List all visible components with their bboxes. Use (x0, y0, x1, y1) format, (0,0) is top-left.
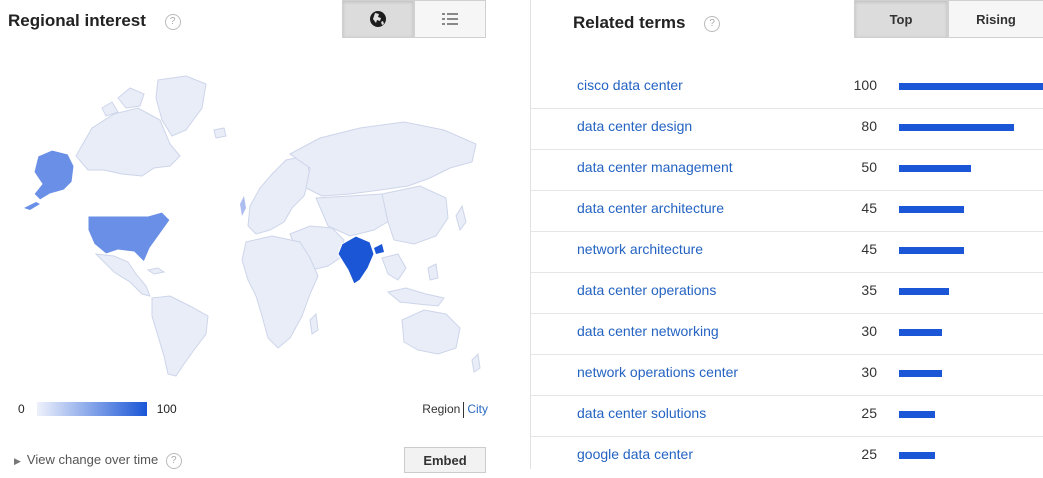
list-view-button[interactable] (414, 0, 486, 38)
related-term-row[interactable]: network operations center 30 (531, 355, 1043, 396)
related-term-value: 45 (861, 200, 877, 216)
related-term-bar (899, 124, 1014, 131)
related-term-link[interactable]: network architecture (577, 241, 703, 257)
map-madagascar[interactable] (309, 312, 319, 335)
map-aleutians[interactable] (24, 202, 40, 210)
related-term-bar (899, 329, 942, 336)
related-term-row[interactable]: data center design 80 (531, 109, 1043, 150)
related-term-link[interactable]: network operations center (577, 364, 738, 380)
regional-interest-header: Regional interest ? (8, 11, 181, 31)
related-term-link[interactable]: data center operations (577, 282, 716, 298)
regional-interest-panel: Regional interest ? 0 100 Region City ▶ … (0, 0, 500, 473)
related-term-link[interactable]: data center solutions (577, 405, 706, 421)
related-term-value: 100 (853, 77, 877, 93)
related-term-bar (899, 452, 935, 459)
map-new-zealand[interactable] (471, 352, 481, 373)
related-term-bar (899, 370, 942, 377)
view-change-help-icon[interactable]: ? (165, 452, 182, 469)
related-term-row[interactable]: data center solutions 25 (531, 396, 1043, 437)
city-link[interactable]: City (467, 402, 488, 416)
related-term-value: 25 (861, 446, 877, 462)
map-russia[interactable] (289, 121, 477, 197)
map-southeast-asia[interactable] (381, 253, 407, 281)
related-term-row[interactable]: network architecture 45 (531, 232, 1043, 273)
related-term-row[interactable]: data center management 50 (531, 150, 1043, 191)
triangle-right-icon: ▶ (14, 456, 21, 466)
map-africa[interactable] (241, 235, 319, 349)
related-term-link[interactable]: data center architecture (577, 200, 724, 216)
view-change-over-time[interactable]: ▶ View change over time ? (14, 452, 182, 469)
related-terms-title: Related terms (573, 13, 686, 32)
related-term-link[interactable]: data center networking (577, 323, 719, 339)
color-legend: 0 100 (18, 402, 177, 416)
region-link[interactable]: Region (422, 402, 460, 416)
world-map[interactable] (10, 58, 490, 388)
related-term-bar (899, 83, 1043, 90)
related-term-link[interactable]: google data center (577, 446, 693, 462)
tab-rising[interactable]: Rising (948, 0, 1043, 38)
tab-top[interactable]: Top (854, 0, 948, 38)
map-japan[interactable] (455, 204, 467, 232)
related-term-row[interactable]: data center operations 35 (531, 273, 1043, 314)
related-term-row[interactable]: google data center 25 (531, 437, 1043, 478)
globe-icon (370, 11, 386, 27)
map-australia[interactable] (401, 309, 461, 355)
map-india[interactable] (337, 235, 375, 285)
view-change-label: View change over time (26, 452, 159, 467)
related-term-bar (899, 411, 935, 418)
related-term-value: 45 (861, 241, 877, 257)
map-view-button[interactable] (342, 0, 414, 38)
map-indonesia[interactable] (386, 287, 445, 307)
related-term-bar (899, 247, 964, 254)
regional-interest-title: Regional interest (8, 11, 146, 30)
related-term-value: 80 (861, 118, 877, 134)
related-term-bar (899, 288, 949, 295)
related-help-icon[interactable]: ? (704, 15, 721, 32)
map-philippines[interactable] (427, 263, 439, 281)
map-south-america[interactable] (151, 295, 209, 377)
list-icon (442, 13, 458, 25)
related-terms-header: Related terms ? (573, 13, 721, 33)
map-europe[interactable] (247, 155, 311, 235)
map-alaska[interactable] (33, 149, 75, 201)
map-caribbean[interactable] (146, 267, 166, 275)
legend-gradient (36, 402, 147, 416)
map-china[interactable] (381, 185, 449, 245)
related-term-row[interactable]: cisco data center 100 (531, 68, 1043, 109)
related-term-bar (899, 206, 964, 213)
map-iceland[interactable] (213, 127, 227, 139)
map-greenland[interactable] (155, 75, 207, 137)
related-term-value: 25 (861, 405, 877, 421)
regional-help-icon[interactable]: ? (164, 13, 181, 30)
related-term-value: 30 (861, 364, 877, 380)
related-term-bar (899, 165, 971, 172)
related-term-link[interactable]: cisco data center (577, 77, 683, 93)
related-term-row[interactable]: data center networking 30 (531, 314, 1043, 355)
region-city-toggle: Region City (422, 402, 488, 418)
related-term-row[interactable]: data center architecture 45 (531, 191, 1043, 232)
region-city-separator (463, 402, 465, 418)
map-uk[interactable] (240, 196, 246, 216)
related-term-value: 30 (861, 323, 877, 339)
related-term-value: 50 (861, 159, 877, 175)
related-terms-panel: Related terms ? Top Rising cisco data ce… (531, 0, 1043, 469)
related-term-link[interactable]: data center design (577, 118, 692, 134)
embed-button[interactable]: Embed (404, 447, 486, 473)
related-term-value: 35 (861, 282, 877, 298)
legend-max: 100 (156, 402, 177, 416)
map-india-east[interactable] (374, 244, 384, 254)
related-term-link[interactable]: data center management (577, 159, 733, 175)
legend-min: 0 (18, 402, 25, 416)
